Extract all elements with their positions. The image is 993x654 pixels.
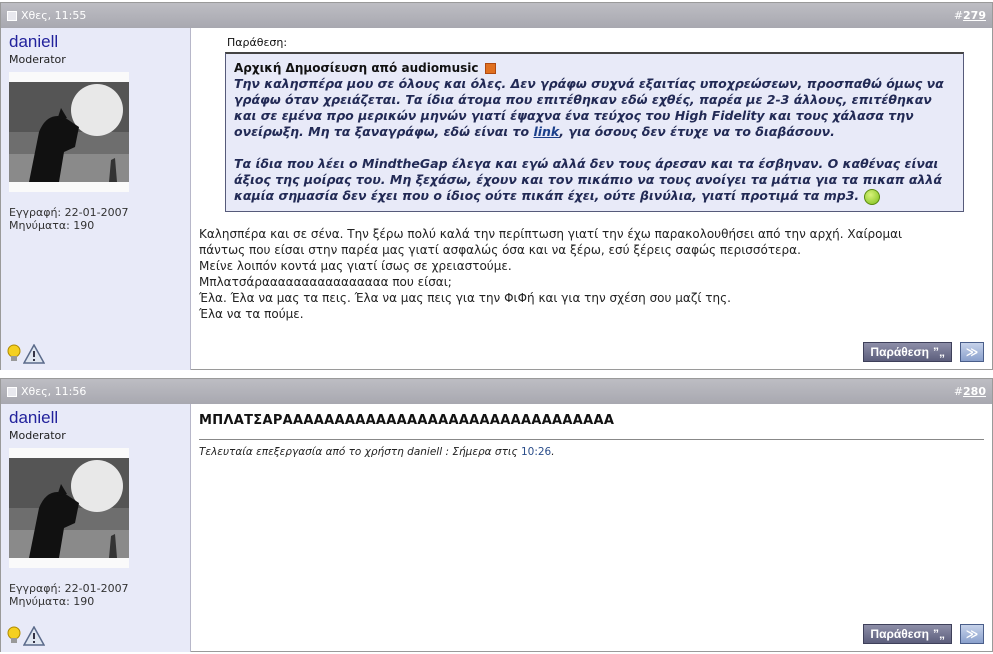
message-count: Μηνύματα: 190 [9, 219, 95, 232]
post-icon [7, 10, 17, 21]
source-arrow-icon[interactable] [484, 63, 496, 74]
quote-paragraph-1: Την καλησπέρα μου σε όλους και όλες. Δεν… [234, 76, 944, 139]
message-line: Καλησπέρα και σε σένα. Την ξέρω πολύ καλ… [199, 226, 903, 241]
post-date: Χθες, 11:56 [21, 385, 87, 398]
edit-time: 10:26 [520, 446, 552, 458]
post-number: #280 [953, 385, 986, 398]
post-icon [7, 386, 17, 397]
post-number: #279 [953, 9, 986, 22]
username[interactable]: daniell [9, 32, 182, 52]
message-line: Μείνε λοιπόν κοντά μας γιατί ίσως σε χρε… [199, 258, 512, 273]
message-line: Έλα. Έλα να μας τα πεις. Έλα να μας πεις… [199, 290, 731, 305]
divider [199, 439, 984, 440]
edit-note: Τελευταία επεξεργασία από το χρήστη dani… [199, 446, 555, 458]
post-message: ΜΠΛΑΤΣΑΡΑΑΑΑΑΑΑΑΑΑΑΑΑΑΑΑΑΑΑΑΑΑΑΑΑΑΑΑΑΑΑΑ [199, 413, 615, 428]
multiquote-icon[interactable]: ≫ [960, 342, 984, 362]
multiquote-icon[interactable]: ≫ [960, 624, 984, 644]
user-title: Moderator [9, 53, 66, 66]
user-title: Moderator [9, 429, 66, 442]
smiley-icon [863, 188, 880, 205]
registration-date: Εγγραφή: 22-01-2007 [9, 206, 129, 219]
message-line: πάντως που είσαι στην παρέα μας γιατί ασ… [199, 242, 801, 257]
user-sidebar: daniell Moderator Εγγραφή: 22-01-2007 Μη… [1, 404, 191, 652]
warning-icon[interactable] [23, 626, 45, 646]
post-280: Χθες, 11:56 #280 daniell Moderator Εγγρα… [0, 378, 993, 652]
post-header: Χθες, 11:56 #280 [1, 379, 992, 404]
quote-marks-icon: ”„ [933, 345, 945, 359]
warning-icon[interactable] [23, 344, 45, 364]
post-number-link[interactable]: 280 [963, 385, 986, 398]
post-279: Χθες, 11:55 #279 daniell Moderator Εγγρα… [0, 2, 993, 370]
quote-label: Παράθεση: [227, 36, 288, 49]
avatar [9, 72, 129, 192]
quote-link[interactable]: link [533, 124, 559, 139]
post-content: Παράθεση: Αρχική Δημοσίευση από audiomus… [191, 28, 992, 370]
post-date: Χθες, 11:55 [21, 9, 87, 22]
message-count: Μηνύματα: 190 [9, 595, 95, 608]
quote-box: Αρχική Δημοσίευση από audiomusic Την καλ… [225, 52, 964, 212]
message-line: Έλα να τα πούμε. [199, 306, 304, 321]
post-content: ΜΠΛΑΤΣΑΡΑΑΑΑΑΑΑΑΑΑΑΑΑΑΑΑΑΑΑΑΑΑΑΑΑΑΑΑΑΑΑΑ… [191, 404, 992, 652]
avatar [9, 448, 129, 568]
quote-button[interactable]: Παράθεση ”„ [863, 342, 952, 362]
quote-marks-icon: ”„ [933, 627, 945, 641]
post-message: Καλησπέρα και σε σένα. Την ξέρω πολύ καλ… [199, 226, 984, 322]
post-header: Χθες, 11:55 #279 [1, 3, 992, 28]
username[interactable]: daniell [9, 408, 182, 428]
quote-paragraph-2: Τα ίδια που λέει ο MindtheGap έλεγα και … [234, 156, 942, 205]
lightbulb-icon[interactable] [7, 344, 21, 364]
message-line: Μπλατσάραααααααααααααααα που είσαι; [199, 274, 452, 289]
user-sidebar: daniell Moderator Εγγραφή: 22-01-2007 Μη… [1, 28, 191, 370]
post-number-link[interactable]: 279 [963, 9, 986, 22]
lightbulb-icon[interactable] [7, 626, 21, 646]
quote-author: Αρχική Δημοσίευση από audiomusic [234, 60, 955, 76]
registration-date: Εγγραφή: 22-01-2007 [9, 582, 129, 595]
quote-button[interactable]: Παράθεση ”„ [863, 624, 952, 644]
